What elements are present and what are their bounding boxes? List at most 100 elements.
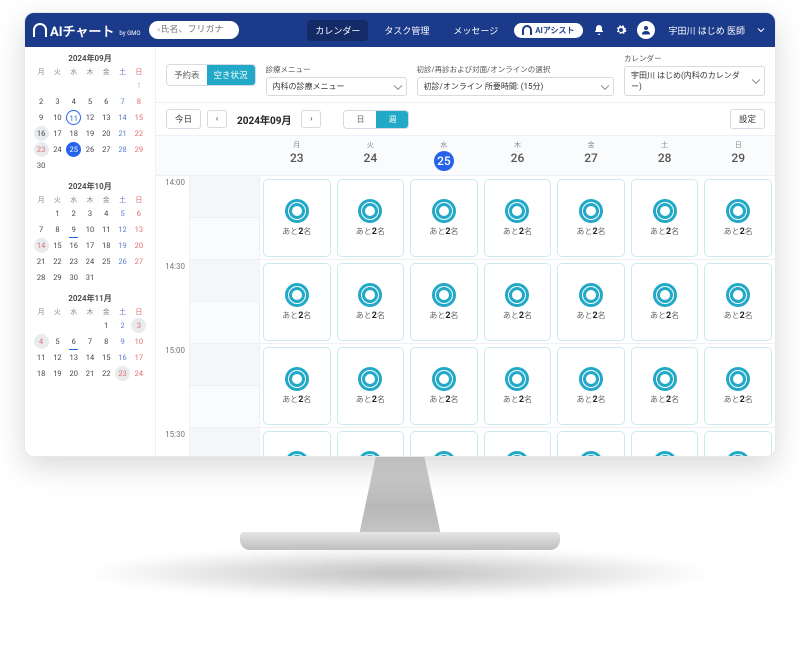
mini-day[interactable]: 5 bbox=[82, 94, 97, 109]
mini-day[interactable]: 27 bbox=[99, 142, 114, 157]
mini-day[interactable]: 2 bbox=[66, 206, 81, 221]
mini-day[interactable]: 24 bbox=[50, 142, 65, 157]
settings-button[interactable]: 設定 bbox=[730, 109, 765, 129]
mini-day[interactable]: 12 bbox=[50, 350, 65, 365]
mini-day[interactable]: 13 bbox=[66, 350, 81, 365]
mini-day[interactable]: 22 bbox=[50, 254, 65, 269]
range-week[interactable]: 週 bbox=[376, 111, 408, 128]
mini-day[interactable]: 3 bbox=[50, 94, 65, 109]
availability-slot[interactable]: あと2名 bbox=[260, 344, 334, 428]
mini-day[interactable]: 19 bbox=[50, 366, 65, 381]
availability-slot[interactable]: あと2名 bbox=[260, 428, 334, 456]
mini-day[interactable]: 23 bbox=[66, 254, 81, 269]
availability-slot[interactable]: あと2名 bbox=[554, 428, 628, 456]
mini-day[interactable]: 6 bbox=[99, 94, 114, 109]
mini-day[interactable]: 10 bbox=[131, 334, 146, 349]
availability-slot[interactable]: あと2名 bbox=[407, 344, 481, 428]
availability-slot[interactable]: あと2名 bbox=[407, 428, 481, 456]
mini-day[interactable]: 20 bbox=[131, 238, 146, 253]
availability-slot[interactable]: あと2名 bbox=[260, 260, 334, 344]
mini-day[interactable]: 6 bbox=[131, 206, 146, 221]
mini-day[interactable]: 25 bbox=[66, 142, 81, 157]
week-day-column[interactable]: 日29 bbox=[701, 136, 775, 175]
mini-day[interactable]: 17 bbox=[50, 126, 65, 141]
menu-select[interactable]: 内科の診療メニュー bbox=[266, 77, 407, 96]
mini-day[interactable]: 29 bbox=[50, 270, 65, 285]
mini-day[interactable]: 13 bbox=[131, 222, 146, 237]
mini-day[interactable]: 26 bbox=[82, 142, 97, 157]
mini-day[interactable]: 3 bbox=[82, 206, 97, 221]
range-day[interactable]: 日 bbox=[344, 111, 376, 128]
mini-day[interactable]: 12 bbox=[115, 222, 130, 237]
week-day-column[interactable]: 木26 bbox=[481, 136, 555, 175]
mini-day[interactable]: 8 bbox=[131, 94, 146, 109]
availability-slot[interactable]: あと2名 bbox=[481, 176, 555, 260]
time-grid-scroll[interactable]: 14:00あと2名あと2名あと2名あと2名あと2名あと2名あと2名14:30あと… bbox=[156, 176, 775, 456]
bell-icon[interactable] bbox=[593, 24, 605, 36]
mini-day[interactable]: 1 bbox=[99, 318, 114, 333]
mini-day[interactable]: 24 bbox=[82, 254, 97, 269]
mini-day[interactable]: 18 bbox=[99, 238, 114, 253]
mini-day[interactable]: 7 bbox=[82, 334, 97, 349]
mini-day[interactable]: 7 bbox=[115, 94, 130, 109]
mini-day[interactable]: 14 bbox=[34, 238, 49, 253]
mini-day[interactable]: 20 bbox=[99, 126, 114, 141]
mini-day[interactable]: 31 bbox=[82, 270, 97, 285]
mini-day[interactable]: 17 bbox=[82, 238, 97, 253]
availability-slot[interactable]: あと2名 bbox=[334, 260, 408, 344]
mini-day[interactable]: 18 bbox=[66, 126, 81, 141]
mini-day[interactable]: 1 bbox=[50, 206, 65, 221]
mini-day[interactable]: 26 bbox=[115, 254, 130, 269]
availability-slot[interactable]: あと2名 bbox=[260, 176, 334, 260]
week-day-column[interactable]: 金27 bbox=[554, 136, 628, 175]
mini-day[interactable]: 1 bbox=[131, 78, 146, 93]
mini-day[interactable]: 21 bbox=[34, 254, 49, 269]
view-availability[interactable]: 空き状況 bbox=[207, 65, 255, 85]
mini-day[interactable]: 3 bbox=[131, 318, 146, 333]
mini-day[interactable]: 11 bbox=[99, 222, 114, 237]
search-input[interactable] bbox=[161, 25, 231, 35]
mini-day[interactable]: 16 bbox=[115, 350, 130, 365]
mini-day[interactable]: 23 bbox=[115, 366, 130, 381]
mini-day[interactable]: 17 bbox=[131, 350, 146, 365]
availability-slot[interactable]: あと2名 bbox=[481, 344, 555, 428]
range-toggle[interactable]: 日 週 bbox=[343, 110, 409, 129]
week-day-column[interactable]: 土28 bbox=[628, 136, 702, 175]
mini-day[interactable]: 9 bbox=[66, 222, 81, 237]
mini-day[interactable]: 8 bbox=[99, 334, 114, 349]
mini-day[interactable]: 30 bbox=[66, 270, 81, 285]
mini-day[interactable]: 2 bbox=[34, 94, 49, 109]
mini-day[interactable]: 4 bbox=[66, 94, 81, 109]
mini-day[interactable]: 15 bbox=[50, 238, 65, 253]
mini-day[interactable]: 23 bbox=[34, 142, 49, 157]
availability-slot[interactable]: あと2名 bbox=[554, 260, 628, 344]
mini-day[interactable]: 21 bbox=[115, 126, 130, 141]
mini-day[interactable]: 11 bbox=[66, 110, 81, 125]
mini-day[interactable]: 16 bbox=[66, 238, 81, 253]
mini-day[interactable]: 19 bbox=[115, 238, 130, 253]
mini-day[interactable]: 10 bbox=[50, 110, 65, 125]
mini-day[interactable]: 28 bbox=[115, 142, 130, 157]
mini-day[interactable]: 8 bbox=[50, 222, 65, 237]
next-button[interactable]: › bbox=[301, 110, 321, 128]
availability-slot[interactable]: あと2名 bbox=[334, 176, 408, 260]
user-avatar[interactable] bbox=[637, 21, 655, 39]
availability-slot[interactable]: あと2名 bbox=[701, 176, 775, 260]
availability-slot[interactable]: あと2名 bbox=[628, 344, 702, 428]
prev-button[interactable]: ‹ bbox=[207, 110, 227, 128]
availability-slot[interactable]: あと2名 bbox=[407, 176, 481, 260]
tab-calendar[interactable]: カレンダー bbox=[307, 20, 368, 41]
mini-day[interactable]: 16 bbox=[34, 126, 49, 141]
mini-day[interactable]: 28 bbox=[34, 270, 49, 285]
calendar-select[interactable]: 宇田川 はじめ(内科のカレンダー) bbox=[624, 66, 765, 96]
chevron-down-icon[interactable] bbox=[755, 24, 767, 36]
mini-day[interactable]: 12 bbox=[82, 110, 97, 125]
mini-day[interactable]: 22 bbox=[99, 366, 114, 381]
week-day-column[interactable]: 水25 bbox=[407, 136, 481, 175]
mini-day[interactable]: 21 bbox=[82, 366, 97, 381]
mini-day[interactable]: 14 bbox=[82, 350, 97, 365]
availability-slot[interactable]: あと2名 bbox=[481, 260, 555, 344]
today-button[interactable]: 今日 bbox=[166, 109, 201, 129]
mini-day[interactable]: 9 bbox=[34, 110, 49, 125]
availability-slot[interactable]: あと2名 bbox=[628, 428, 702, 456]
